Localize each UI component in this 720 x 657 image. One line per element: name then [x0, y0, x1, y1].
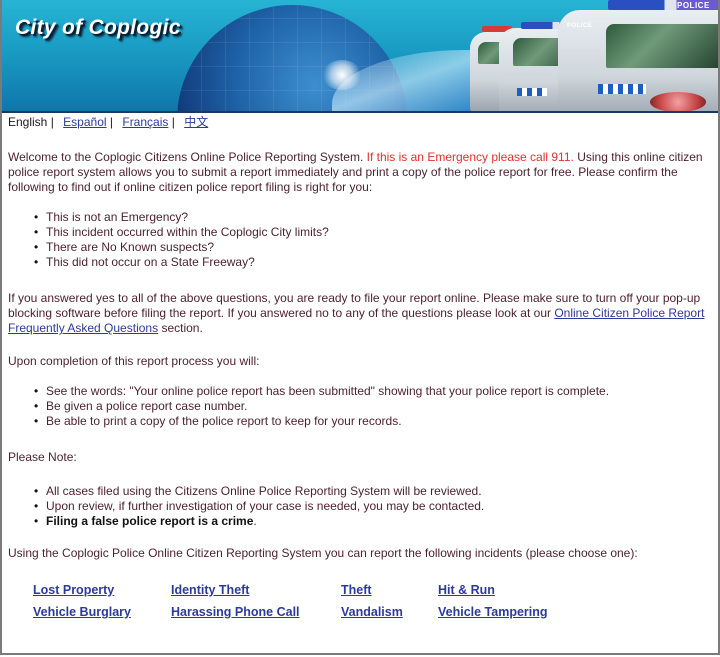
incident-link-lost-property[interactable]: Lost Property [33, 583, 114, 598]
checker-stripe [517, 88, 547, 96]
eligibility-checklist: This is not an Emergency? This incident … [34, 210, 329, 270]
note-list: All cases filed using the Citizens Onlin… [34, 484, 484, 529]
list-item: Be able to print a copy of the police re… [34, 414, 609, 429]
list-item: All cases filed using the Citizens Onlin… [34, 484, 484, 499]
list-item: Filing a false police report is a crime. [34, 514, 484, 529]
language-link-french[interactable]: Français [122, 115, 168, 129]
page-frame: POLICE POLICE City of Coplogic English |… [0, 0, 720, 655]
headlight [650, 92, 706, 111]
list-item: This did not occur on a State Freeway? [34, 255, 329, 270]
incident-link-theft[interactable]: Theft [341, 583, 372, 598]
police-light-label: POLICE [677, 1, 710, 10]
note-heading: Please Note: [8, 450, 77, 464]
language-link-spanish[interactable]: Español [63, 115, 106, 129]
language-selector: English | Español | Français | 中文 [8, 115, 208, 130]
list-item: Be given a police report case number. [34, 399, 609, 414]
language-separator: | [50, 115, 54, 129]
language-link-chinese[interactable]: 中文 [184, 115, 208, 129]
list-item: There are No Known suspects? [34, 240, 329, 255]
incident-link-vandalism[interactable]: Vandalism [341, 605, 403, 620]
list-item: This is not an Emergency? [34, 210, 329, 225]
completion-heading: Upon completion of this report process y… [8, 354, 260, 368]
welcome-paragraph: Welcome to the Coplogic Citizens Online … [8, 150, 708, 195]
list-item: See the words: "Your online police repor… [34, 384, 609, 399]
ready-suffix: section. [161, 321, 203, 335]
warning-suffix: . [253, 514, 257, 528]
checker-stripe [598, 84, 646, 94]
welcome-text: Welcome to the Coplogic Citizens Online … [8, 150, 364, 164]
language-separator: | [109, 115, 114, 129]
language-current: English [8, 115, 48, 129]
emergency-warning: If this is an Emergency please call 911. [366, 150, 574, 164]
site-title-logo[interactable]: City of Coplogic [15, 16, 181, 40]
incident-link-hit-and-run[interactable]: Hit & Run [438, 583, 495, 598]
windshield [606, 24, 718, 68]
incidents-intro: Using the Coplogic Police Online Citizen… [8, 546, 638, 560]
incident-link-vehicle-tampering[interactable]: Vehicle Tampering [438, 605, 548, 620]
language-separator: | [171, 115, 175, 129]
light-flare-graphic [322, 60, 362, 90]
list-item: Upon review, if further investigation of… [34, 499, 484, 514]
completion-list: See the words: "Your online police repor… [34, 384, 609, 429]
ready-paragraph: If you answered yes to all of the above … [8, 291, 708, 336]
incident-link-vehicle-burglary[interactable]: Vehicle Burglary [33, 605, 131, 620]
police-light-label: POLICE [567, 23, 593, 29]
false-report-warning: Filing a false police report is a crime [46, 514, 254, 528]
incident-link-harassing-phone-call[interactable]: Harassing Phone Call [171, 605, 300, 620]
list-item: This incident occurred within the Coplog… [34, 225, 329, 240]
header-banner: POLICE POLICE City of Coplogic [2, 0, 718, 113]
incident-link-identity-theft[interactable]: Identity Theft [171, 583, 249, 598]
